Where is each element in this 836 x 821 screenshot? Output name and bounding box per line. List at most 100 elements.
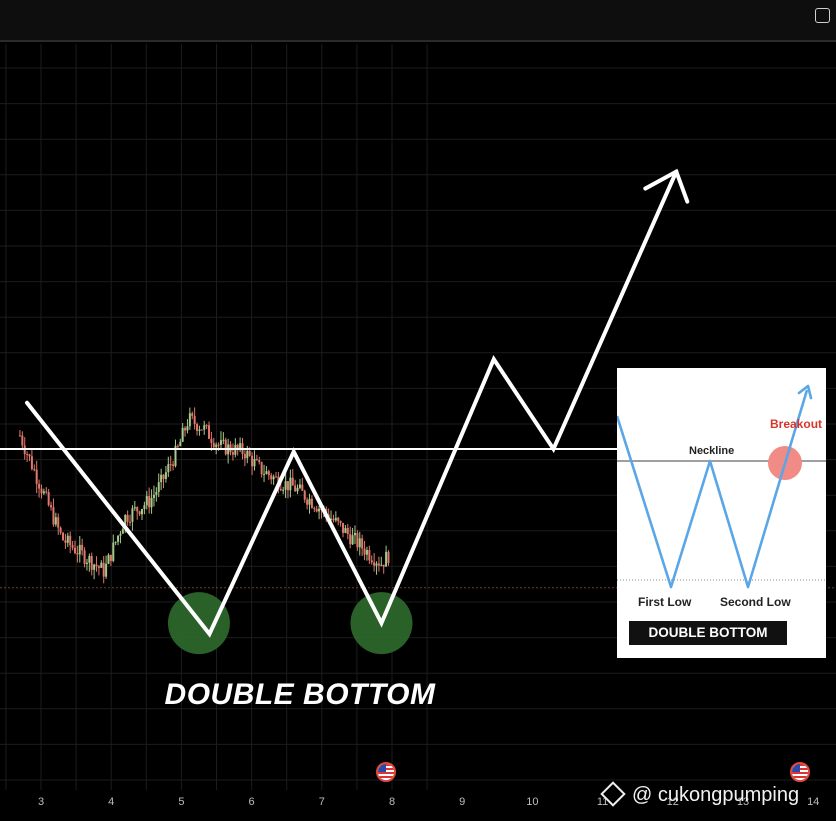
- candle-body: [349, 534, 352, 545]
- x-tick-label: 14: [807, 796, 820, 808]
- candle-body: [224, 439, 227, 455]
- candle-body: [356, 533, 359, 548]
- candle-body: [344, 528, 347, 533]
- candle-body: [334, 517, 337, 521]
- candle-body: [81, 544, 84, 551]
- candle-body: [275, 476, 278, 478]
- candle-body: [162, 474, 165, 479]
- candle-body: [380, 564, 383, 566]
- reference-diagram-lines: [617, 384, 826, 589]
- candle-body: [296, 487, 299, 492]
- candle-body: [107, 554, 110, 564]
- candle-body: [57, 517, 60, 528]
- candle-body: [47, 492, 50, 506]
- candle-body: [155, 491, 158, 495]
- candle-body: [172, 464, 175, 466]
- candle-body: [286, 481, 289, 491]
- candle-body: [138, 511, 141, 515]
- candle-body: [28, 454, 31, 457]
- candle-body: [50, 505, 53, 508]
- candle-body: [42, 491, 45, 494]
- watermark-text: @ cukongpumping: [632, 784, 800, 806]
- candle-body: [140, 509, 143, 515]
- second-low-label: Second Low: [720, 595, 791, 609]
- candle-body: [260, 462, 263, 475]
- candle-body: [136, 507, 139, 512]
- bottom-markers: [167, 592, 413, 655]
- candle-body: [85, 562, 88, 564]
- candle-body: [313, 507, 316, 509]
- candle-body: [88, 556, 91, 563]
- candle-body: [169, 464, 172, 466]
- candle-body: [217, 444, 220, 446]
- candle-body: [332, 518, 335, 521]
- candle-body: [193, 415, 196, 425]
- candle-body: [26, 454, 29, 456]
- candle-body: [160, 474, 163, 483]
- candle-body: [251, 455, 254, 467]
- candle-body: [222, 439, 225, 441]
- x-tick-label: 4: [108, 796, 115, 808]
- candle-body: [54, 517, 57, 525]
- candle-body: [342, 522, 345, 533]
- candle-body: [272, 476, 275, 480]
- candle-body: [385, 551, 388, 567]
- candle-body: [62, 532, 65, 541]
- candle-body: [90, 556, 93, 570]
- candle-body: [248, 450, 251, 456]
- candle-body: [265, 471, 268, 475]
- candle-body: [339, 521, 342, 523]
- candle-body: [145, 496, 148, 506]
- candle-body: [100, 562, 103, 568]
- candle-body: [282, 489, 285, 491]
- us-flag-event-icon[interactable]: [376, 762, 396, 782]
- candle-body: [176, 445, 179, 447]
- candle-body: [294, 485, 297, 492]
- candle-body: [346, 528, 349, 535]
- candle-body: [310, 498, 313, 508]
- candle-body: [97, 566, 100, 568]
- candle-body: [258, 460, 261, 463]
- candle-body: [253, 459, 256, 467]
- candle-body: [73, 547, 76, 554]
- candle-body: [35, 469, 38, 484]
- candle-body: [59, 527, 62, 533]
- candle-body: [387, 551, 390, 563]
- candle-body: [188, 413, 191, 427]
- candle-body: [243, 453, 246, 459]
- candle-body: [157, 482, 160, 492]
- candle-body: [148, 496, 151, 508]
- candle-body: [231, 452, 234, 455]
- candle-body: [112, 542, 115, 561]
- candle-body: [191, 413, 194, 416]
- candle-body: [18, 435, 21, 437]
- candle-body: [270, 475, 273, 480]
- candle-body: [105, 563, 108, 577]
- candle-body: [212, 443, 215, 448]
- candle-body: [83, 550, 86, 564]
- candle-body: [129, 521, 132, 523]
- candle-body: [117, 535, 120, 542]
- candle-body: [186, 426, 189, 431]
- candle-body: [126, 514, 129, 522]
- candle-body: [114, 541, 117, 543]
- pattern-path: [24, 169, 679, 638]
- breakout-label: Breakout: [770, 417, 823, 431]
- first-low-label: First Low: [638, 595, 692, 609]
- watermark: @ cukongpumping: [600, 780, 800, 807]
- candle-body: [246, 450, 249, 459]
- candle-body: [93, 564, 96, 570]
- inset-badge: DOUBLE BOTTOM: [629, 621, 787, 645]
- candle-body: [361, 538, 364, 549]
- candle-body: [318, 508, 321, 512]
- candle-body: [373, 562, 376, 566]
- us-flag-event-icon[interactable]: [790, 762, 810, 782]
- candle-body: [368, 550, 371, 561]
- candle-body: [315, 508, 318, 512]
- candle-body: [370, 560, 373, 563]
- x-tick-label: 9: [459, 796, 466, 808]
- candle-body: [52, 507, 55, 525]
- candle-body: [143, 505, 146, 510]
- candle-body: [210, 438, 213, 444]
- candle-body: [375, 563, 378, 566]
